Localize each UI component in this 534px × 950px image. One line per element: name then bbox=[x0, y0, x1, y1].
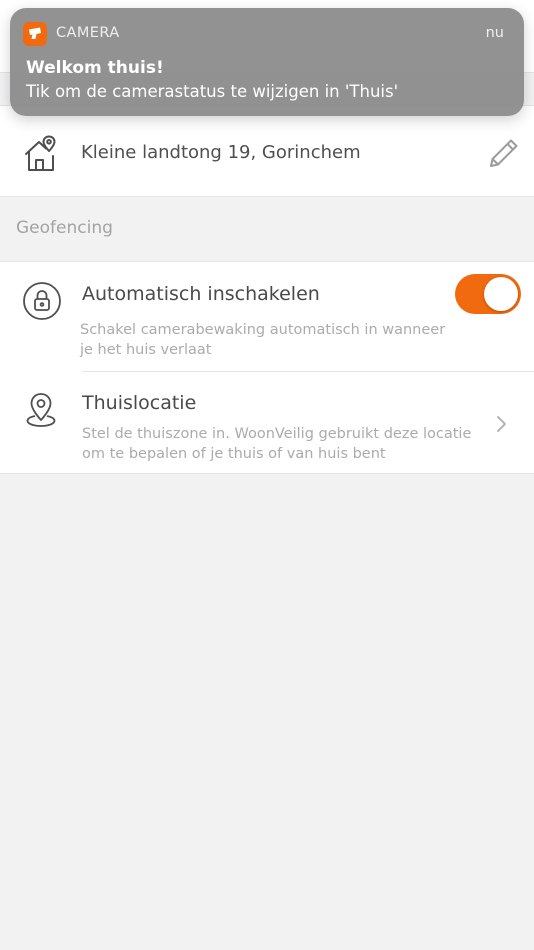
pencil-icon[interactable] bbox=[487, 136, 521, 170]
notification-time: nu bbox=[485, 25, 504, 41]
notification-body: Tik om de camerastatus te wijzigen in 'T… bbox=[26, 82, 399, 101]
address-row[interactable]: Kleine landtong 19, Gorinchem bbox=[0, 105, 534, 197]
lock-icon bbox=[23, 282, 61, 320]
home-location-title: Thuislocatie bbox=[82, 392, 197, 414]
address-text: Kleine landtong 19, Gorinchem bbox=[81, 142, 361, 163]
notification-title: Welkom thuis! bbox=[26, 58, 164, 78]
auto-enable-title: Automatisch inschakelen bbox=[82, 283, 320, 305]
toggle-knob bbox=[484, 277, 518, 311]
home-location-description: Stel de thuiszone in. WoonVeilig gebruik… bbox=[82, 426, 472, 462]
camera-glyph-icon bbox=[29, 27, 41, 39]
geofencing-card: Automatisch inschakelen Schakel camerabe… bbox=[0, 261, 534, 474]
house-location-icon bbox=[25, 135, 56, 171]
notification-banner[interactable]: CAMERA nu Welkom thuis! Tik om de camera… bbox=[10, 8, 524, 116]
notification-app-name: CAMERA bbox=[56, 25, 120, 41]
section-header-geofencing: Geofencing bbox=[16, 218, 113, 238]
settings-screen: Kleine landtong 19, Gorinchem Geofencing… bbox=[0, 0, 534, 950]
camera-app-icon bbox=[23, 22, 47, 46]
auto-enable-description: Schakel camerabewaking automatisch in wa… bbox=[80, 322, 446, 358]
chevron-right-icon bbox=[497, 416, 506, 432]
map-pin-icon bbox=[26, 393, 56, 427]
auto-enable-toggle[interactable] bbox=[455, 274, 521, 314]
